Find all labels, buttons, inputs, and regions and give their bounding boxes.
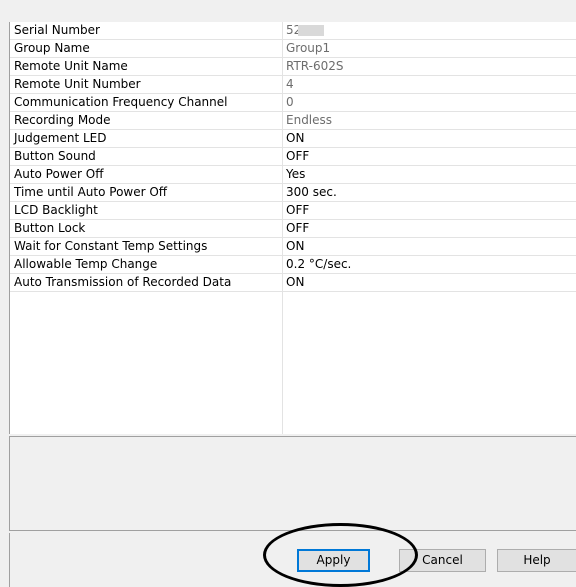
property-row[interactable]: Communication Frequency Channel 0 xyxy=(10,94,576,112)
property-value: 0 xyxy=(286,95,294,109)
property-name: Serial Number xyxy=(14,23,100,37)
property-value[interactable]: 300 sec. xyxy=(286,185,337,199)
property-name: Recording Mode xyxy=(14,113,111,127)
property-value[interactable]: OFF xyxy=(286,203,309,217)
property-row[interactable]: Button Lock OFF xyxy=(10,220,576,238)
property-row[interactable]: Remote Unit Number 4 xyxy=(10,76,576,94)
property-name: Remote Unit Name xyxy=(14,59,128,73)
property-row[interactable]: Time until Auto Power Off 300 sec. xyxy=(10,184,576,202)
property-row[interactable]: Wait for Constant Temp Settings ON xyxy=(10,238,576,256)
property-name: Group Name xyxy=(14,41,90,55)
property-value: Endless xyxy=(286,113,333,127)
property-value[interactable]: OFF xyxy=(286,149,309,163)
property-name: Button Sound xyxy=(14,149,96,163)
property-value: 4 xyxy=(286,77,294,91)
description-panel xyxy=(9,436,576,531)
property-name: Auto Power Off xyxy=(14,167,104,181)
property-name: Wait for Constant Temp Settings xyxy=(14,239,208,253)
property-value[interactable]: ON xyxy=(286,239,304,253)
serial-redaction xyxy=(298,25,324,36)
help-button[interactable]: Help xyxy=(497,549,576,572)
property-row[interactable]: Allowable Temp Change 0.2 °C/sec. xyxy=(10,256,576,274)
property-row[interactable]: Serial Number 52 xyxy=(10,22,576,40)
property-grid: Serial Number 52 Group Name Group1 Remote Un… xyxy=(9,22,576,434)
property-row[interactable]: Auto Power Off Yes xyxy=(10,166,576,184)
property-value: RTR-602S xyxy=(286,59,344,73)
property-row[interactable]: Remote Unit Name RTR-602S xyxy=(10,58,576,76)
property-name: Auto Transmission of Recorded Data xyxy=(14,275,232,289)
property-name: Communication Frequency Channel xyxy=(14,95,228,109)
property-name: Time until Auto Power Off xyxy=(14,185,168,199)
highlight-circle xyxy=(263,523,418,587)
property-value[interactable]: Yes xyxy=(286,167,305,181)
property-value[interactable]: ON xyxy=(286,131,304,145)
property-name: LCD Backlight xyxy=(14,203,98,217)
property-name: Remote Unit Number xyxy=(14,77,141,91)
property-value[interactable]: ON xyxy=(286,275,304,289)
property-row[interactable]: Auto Transmission of Recorded Data ON xyxy=(10,274,576,292)
property-row[interactable]: LCD Backlight OFF xyxy=(10,202,576,220)
property-value[interactable]: 0.2 °C/sec. xyxy=(286,257,351,271)
property-name: Judgement LED xyxy=(14,131,107,145)
property-row[interactable]: Group Name Group1 xyxy=(10,40,576,58)
property-row[interactable]: Recording Mode Endless xyxy=(10,112,576,130)
property-row[interactable]: Judgement LED ON xyxy=(10,130,576,148)
property-name: Button Lock xyxy=(14,221,86,235)
property-value: Group1 xyxy=(286,41,331,55)
property-name: Allowable Temp Change xyxy=(14,257,158,271)
property-row[interactable]: Button Sound OFF xyxy=(10,148,576,166)
property-value[interactable]: OFF xyxy=(286,221,309,235)
